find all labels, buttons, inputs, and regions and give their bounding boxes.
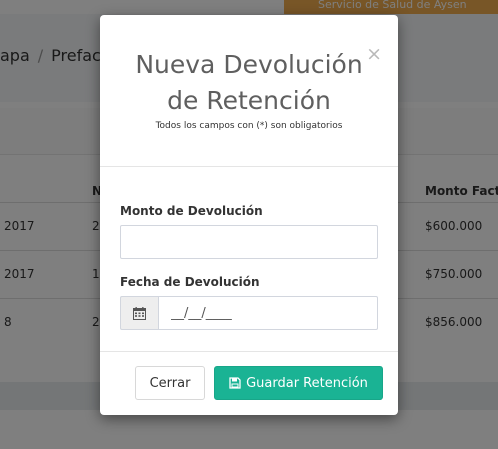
required-fields-note: Todos los campos con (*) son obligatorio…: [155, 121, 343, 131]
fecha-label: Fecha de Devolución: [120, 275, 260, 289]
close-button-label: Cerrar: [149, 375, 191, 391]
save-retention-button[interactable]: Guardar Retención: [214, 366, 383, 400]
modal-title: Nueva Devolución de Retención: [135, 50, 363, 115]
fecha-input-group: [120, 296, 378, 330]
save-button-label: Guardar Retención: [246, 375, 368, 391]
close-icon[interactable]: ×: [366, 45, 382, 64]
fecha-input[interactable]: [158, 296, 378, 330]
new-retention-refund-modal: Nueva Devolución de Retención Todos los …: [100, 15, 398, 415]
close-button[interactable]: Cerrar: [135, 366, 205, 400]
monto-label: Monto de Devolución: [120, 204, 263, 218]
monto-input[interactable]: [120, 225, 378, 259]
modal-footer: Cerrar Guardar Retención: [100, 351, 398, 416]
modal-header: Nueva Devolución de Retención Todos los …: [100, 15, 398, 167]
floppy-disk-icon: [229, 377, 241, 389]
calendar-icon[interactable]: [120, 296, 158, 330]
